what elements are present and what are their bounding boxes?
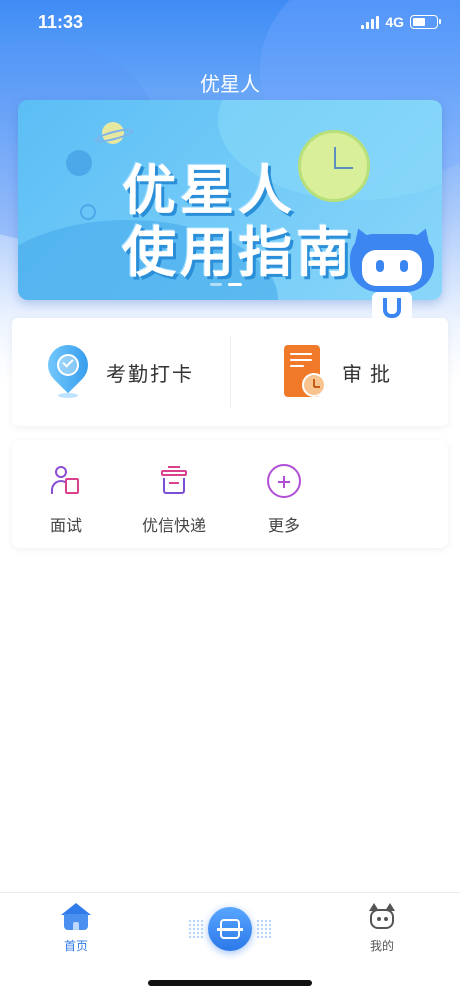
decor-dots — [188, 919, 204, 939]
planet-icon — [102, 122, 124, 144]
tab-mine-label: 我的 — [369, 939, 394, 953]
more-label: 更多 — [267, 516, 300, 535]
primary-actions-card: 考勤打卡 审批 — [12, 318, 448, 426]
express-button[interactable]: 优信快递 — [124, 464, 224, 536]
signal-icon — [361, 15, 380, 29]
home-indicator[interactable] — [148, 980, 312, 986]
network-type: 4G — [385, 14, 404, 30]
status-time: 11:33 — [38, 12, 84, 32]
status-bar: 11:33 4G — [0, 0, 460, 48]
tools-card: 面试 优信快递 更多 — [12, 440, 448, 548]
carousel-indicator[interactable] — [210, 283, 242, 286]
banner-subtitle: 使用指南 — [122, 221, 354, 284]
approval-label: 审批 — [342, 361, 398, 386]
more-button[interactable]: 更多 — [234, 464, 334, 536]
express-box-icon — [157, 464, 191, 498]
location-check-icon — [39, 336, 97, 399]
robot-profile-icon — [367, 903, 397, 931]
status-indicators: 4G — [361, 14, 441, 30]
tab-mine[interactable]: 我的 — [342, 903, 422, 954]
battery-icon — [410, 15, 441, 29]
interview-person-icon — [49, 464, 83, 498]
scan-button[interactable] — [208, 907, 252, 951]
clock-icon — [298, 130, 370, 202]
express-label: 优信快递 — [141, 516, 206, 535]
decor-dots — [256, 919, 272, 939]
carousel-dot-active[interactable] — [228, 283, 242, 286]
page-title: 优星人 — [200, 72, 260, 96]
banner-bubble — [66, 150, 92, 176]
interview-label: 面试 — [49, 516, 82, 535]
approval-button[interactable]: 审批 — [282, 340, 398, 404]
carousel-dot[interactable] — [210, 283, 222, 286]
attendance-checkin-label: 考勤打卡 — [106, 361, 194, 386]
attendance-checkin-button[interactable]: 考勤打卡 — [39, 336, 194, 404]
tab-home[interactable]: 首页 — [36, 903, 116, 954]
interview-button[interactable]: 面试 — [16, 464, 116, 536]
robot-mascot-icon — [345, 223, 439, 324]
banner-bubble — [80, 204, 96, 220]
plus-circle-icon — [267, 464, 301, 498]
divider — [230, 336, 231, 408]
home-icon — [61, 903, 91, 931]
document-clock-icon — [282, 345, 326, 399]
tab-home-label: 首页 — [63, 939, 88, 953]
